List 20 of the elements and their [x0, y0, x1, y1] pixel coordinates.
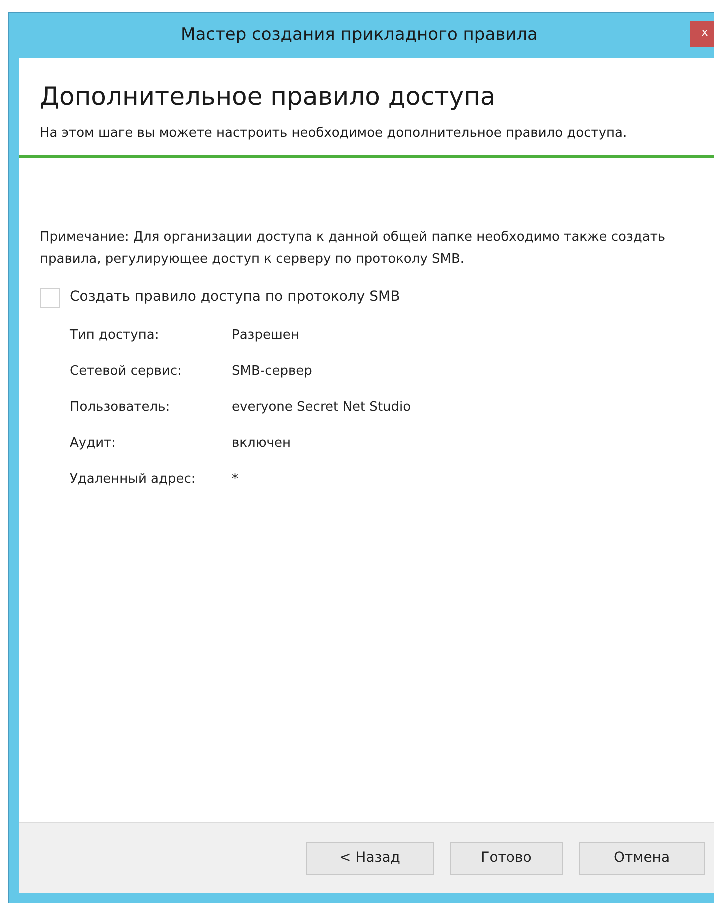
page-description: На этом шаге вы можете настроить необходимое дополнительное правило доступа.: [40, 125, 628, 143]
close-button[interactable]: x: [690, 20, 714, 46]
dialog-button[interactable]: Отмена: [579, 842, 705, 874]
property-label: Тип доступа:: [70, 327, 160, 346]
property-value: *: [232, 471, 238, 490]
property-label: Сетевой сервис:: [70, 363, 183, 382]
dialog-button[interactable]: < Назад: [306, 842, 434, 874]
window-title: Мастер создания прикладного правила: [180, 24, 539, 47]
checkbox[interactable]: [40, 288, 60, 308]
property-label: Аудит:: [70, 435, 117, 454]
note-text: Примечание: Для организации доступа к данной общей папке необходимо также создать правила, регулирующее доступ к серверу по протоколу SMB.: [40, 229, 667, 269]
property-value: Разрешен: [232, 327, 300, 346]
dialog-button[interactable]: Готово: [450, 842, 563, 874]
checkbox-label[interactable]: Создать правило доступа по протоколу SMB: [70, 287, 400, 308]
property-label: Пользователь:: [70, 399, 172, 418]
property-value: everyone Secret Net Studio: [232, 399, 412, 418]
property-value: SMB-сервер: [232, 363, 312, 382]
page-heading: Дополнительное правило доступа: [40, 81, 497, 113]
property-value: включен: [232, 435, 291, 454]
property-label: Удаленный адрес:: [70, 471, 197, 490]
